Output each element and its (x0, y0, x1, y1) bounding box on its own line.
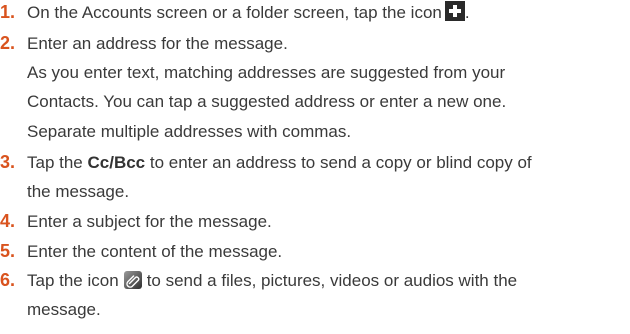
step-2: 2. Enter an address for the message. (0, 31, 288, 55)
step-6: 6. Tap the icon to send a files, pictures… (0, 268, 517, 292)
step-3-continuation: the message. (27, 182, 130, 201)
step-number: 1. (0, 2, 16, 22)
step-text: On the Accounts screen or a folder scree… (27, 3, 442, 22)
step-text: Enter an address for the message. (27, 34, 288, 53)
step-text-end: to enter an address to send a copy or bl… (145, 153, 532, 172)
step-3: 3. Tap the Cc/Bcc to enter an address to … (0, 150, 532, 174)
step-number: 5. (0, 241, 16, 261)
instruction-list: 1. On the Accounts screen or a folder scr… (0, 0, 630, 334)
step-text: Enter a subject for the message. (27, 212, 272, 231)
step-number: 3. (0, 152, 16, 172)
step-2-detail-1: As you enter text, matching addresses ar… (27, 63, 506, 82)
cc-bcc-label: Cc/Bcc (87, 153, 146, 172)
step-text: Tap the (27, 153, 88, 172)
step-text-end: to send a files, pictures, videos or aud… (146, 271, 518, 290)
step-1: 1. On the Accounts screen or a folder scr… (0, 0, 470, 24)
step-number: 2. (0, 33, 16, 53)
step-text-end: . (464, 3, 470, 22)
step-2-detail-2: Contacts. You can tap a suggested addres… (27, 92, 507, 111)
step-number: 4. (0, 211, 16, 231)
step-5: 5. Enter the content of the message. (0, 239, 282, 263)
step-2-detail-3: Separate multiple addresses with commas. (27, 122, 352, 141)
step-4: 4. Enter a subject for the message. (0, 209, 272, 233)
step-text: Enter the content of the message. (27, 242, 283, 261)
step-text: Tap the icon (27, 271, 119, 290)
paperclip-icon (123, 271, 142, 289)
step-number: 6. (0, 270, 16, 290)
plus-icon (444, 1, 465, 21)
step-6-continuation: message. (27, 300, 101, 319)
